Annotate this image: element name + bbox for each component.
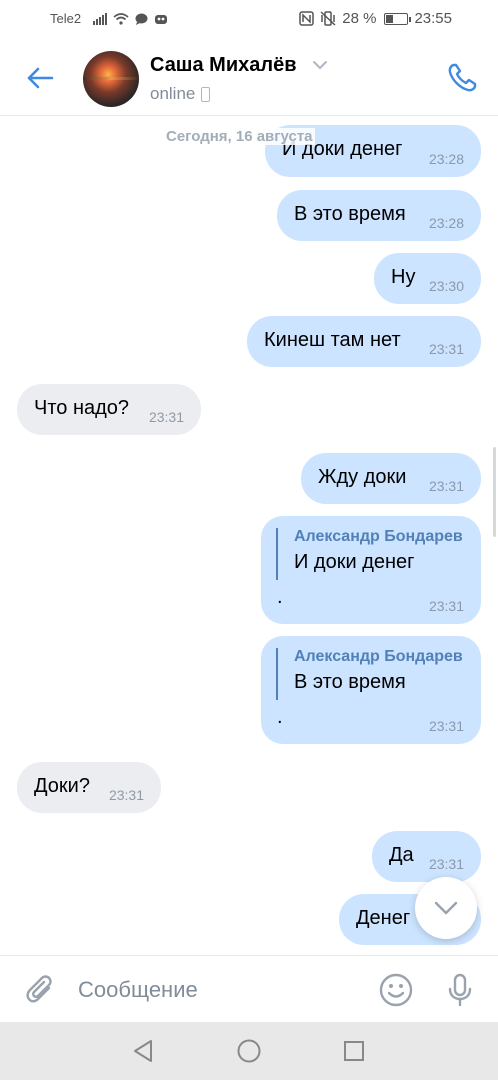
- status-text: online: [150, 84, 196, 103]
- phone-icon: [448, 63, 477, 92]
- voice-message-button[interactable]: [440, 970, 480, 1010]
- message-time: 23:31: [428, 856, 464, 872]
- signal-icon: [93, 12, 108, 25]
- avatar[interactable]: [83, 51, 139, 107]
- message-bubble[interactable]: Да 23:31: [372, 831, 481, 882]
- message-bubble[interactable]: В это время 23:28: [277, 190, 481, 241]
- message-text: Кинеш там нет: [264, 329, 401, 351]
- quoted-reply[interactable]: Александр Бондарев В это время: [276, 648, 463, 700]
- message-time: 23:31: [428, 478, 464, 494]
- nav-home-button[interactable]: [234, 1036, 264, 1066]
- nfc-icon: [299, 11, 314, 26]
- arrow-left-icon: [27, 67, 54, 89]
- nav-recents-button[interactable]: [339, 1036, 369, 1066]
- message-input[interactable]: [78, 972, 358, 1008]
- battery-fill: [386, 14, 393, 23]
- message-notification-icon: [135, 13, 148, 25]
- message-time: 23:28: [428, 215, 464, 231]
- wifi-icon: [113, 12, 129, 25]
- message-time: 23:31: [428, 598, 464, 614]
- triangle-back-icon: [134, 1040, 152, 1062]
- message-text: Жду доки: [318, 466, 407, 488]
- message-list[interactable]: И доки денег 23:28 Сегодня, 16 августа В…: [0, 117, 498, 955]
- circle-home-icon: [237, 1039, 261, 1063]
- scrollbar[interactable]: [493, 447, 496, 537]
- paperclip-icon: [26, 975, 52, 1003]
- message-composer: [0, 955, 498, 1022]
- message-bubble[interactable]: Кинеш там нет 23:31: [247, 316, 481, 367]
- chat-header: Саша Михалёв online: [0, 38, 498, 116]
- message-text: Ну: [391, 266, 416, 288]
- date-separator: Сегодня, 16 августа: [164, 128, 315, 145]
- reply-message-bubble[interactable]: Александр Бондарев И доки денег . 23:31: [261, 516, 481, 624]
- battery-icon: [384, 12, 412, 25]
- message-text: Доки?: [34, 775, 90, 797]
- status-left: Tele2: [50, 11, 168, 26]
- message-text: Да: [389, 844, 414, 866]
- message-time: 23:31: [148, 409, 184, 425]
- message-time: 23:31: [428, 341, 464, 357]
- avatar-sunset-decoration: [83, 77, 139, 80]
- reply-author: Александр Бондарев: [294, 648, 463, 665]
- battery-percent: 28 %: [342, 10, 377, 27]
- message-text: Денег: [356, 907, 411, 929]
- message-bubble[interactable]: Ну 23:30: [374, 253, 481, 304]
- message-bubble[interactable]: Что надо? 23:31: [17, 384, 201, 435]
- reply-text: И доки денег: [294, 551, 415, 573]
- reply-author: Александр Бондарев: [294, 528, 463, 545]
- call-button[interactable]: [442, 58, 482, 98]
- square-recents-icon: [344, 1041, 364, 1061]
- nav-back-button[interactable]: [128, 1036, 158, 1066]
- app-notification-icon: [155, 14, 168, 24]
- contact-name[interactable]: Саша Михалёв: [150, 54, 296, 77]
- emoji-button[interactable]: [376, 970, 416, 1010]
- vibrate-icon: [320, 11, 336, 26]
- reply-text: В это время: [294, 671, 406, 693]
- message-time: 23:28: [428, 151, 464, 167]
- system-navigation-bar: [0, 1022, 498, 1080]
- clock: 23:55: [414, 10, 452, 27]
- message-time: 23:31: [428, 718, 464, 734]
- message-text: .: [277, 586, 283, 608]
- chevron-down-icon[interactable]: [312, 60, 328, 70]
- reply-message-bubble[interactable]: Александр Бондарев В это время . 23:31: [261, 636, 481, 744]
- message-bubble[interactable]: Жду доки 23:31: [301, 453, 481, 504]
- message-bubble[interactable]: Доки? 23:31: [17, 762, 161, 813]
- smile-icon: [379, 973, 413, 1007]
- message-time: 23:31: [108, 787, 144, 803]
- chevron-down-icon: [434, 901, 458, 915]
- message-time: 23:30: [428, 278, 464, 294]
- quoted-reply[interactable]: Александр Бондарев И доки денег: [276, 528, 463, 580]
- mobile-device-icon: [201, 86, 211, 102]
- scroll-to-bottom-button[interactable]: [415, 877, 477, 939]
- carrier-name: Tele2: [50, 11, 82, 26]
- back-button[interactable]: [20, 58, 60, 98]
- microphone-icon: [448, 973, 472, 1007]
- attach-button[interactable]: [20, 970, 60, 1010]
- message-text: .: [277, 706, 283, 728]
- status-bar: Tele2 28 % 23:55: [0, 0, 498, 38]
- status-right: 28 % 23:55: [299, 10, 452, 27]
- contact-status: online: [150, 84, 211, 104]
- message-text: Что надо?: [34, 397, 130, 419]
- chat-screen: Tele2 28 % 23:55 Саша Михалёв online И д…: [0, 0, 498, 1080]
- message-text: В это время: [294, 203, 406, 225]
